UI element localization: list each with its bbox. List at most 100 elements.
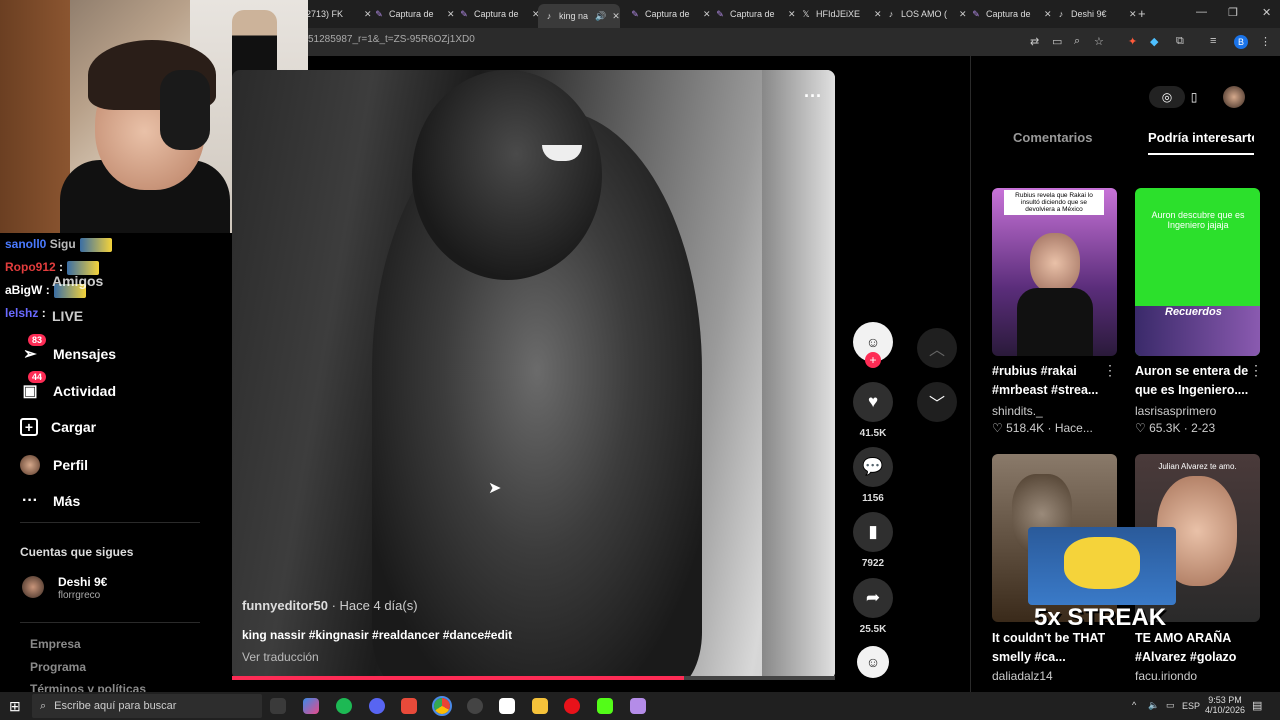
music-disc[interactable]: ☺	[852, 646, 894, 678]
extension-icon[interactable]: ✦	[1128, 35, 1137, 48]
browser-tab[interactable]: ♪ LOS AMO (✕	[880, 4, 967, 24]
video-player[interactable]: ··· ➤	[232, 70, 835, 680]
nav-actividad[interactable]: ▣ 44 Actividad	[20, 371, 116, 401]
nav-cargar[interactable]: + Cargar	[20, 418, 96, 436]
volume-icon[interactable]: 🔈	[1148, 700, 1159, 711]
app-icon[interactable]	[499, 698, 515, 714]
taskbar-search[interactable]: ⌕ Escribe aquí para buscar	[32, 694, 262, 718]
kick-icon[interactable]	[597, 698, 613, 714]
suggested-video-caption[interactable]: It couldn't be THAT smelly #ca...	[992, 629, 1107, 667]
windows-start-icon[interactable]: ⊞	[9, 698, 21, 715]
clock[interactable]: 9:53 PM 4/10/2026	[1203, 695, 1247, 715]
next-video-button[interactable]: ﹀	[917, 382, 957, 422]
extensions-puzzle-icon[interactable]: ⧉	[1176, 35, 1184, 48]
address-bar[interactable]: 51285987_r=1&_t=ZS-95R6OZj1XD0 ⇄ ▭ ⌕ ☆ ✦…	[300, 28, 1280, 56]
folder-icon[interactable]	[532, 698, 548, 714]
nav-perfil[interactable]: Perfil	[20, 455, 88, 475]
language-indicator[interactable]: ESP	[1182, 701, 1200, 711]
footer-link-terminos[interactable]: Términos y políticas	[30, 682, 146, 692]
obs-icon[interactable]	[467, 698, 483, 714]
spotify-icon[interactable]	[336, 698, 352, 714]
browser-tab[interactable]: ✎ Captura de ✕	[709, 4, 795, 24]
chevron-up-icon: ︿	[928, 342, 945, 359]
follow-plus-icon[interactable]: +	[865, 352, 881, 368]
close-icon[interactable]: ✕	[612, 11, 620, 22]
browser-tab[interactable]: ✎ Captura de ✕	[624, 4, 710, 24]
extension-icon[interactable]: ◆	[1150, 35, 1158, 48]
suggested-video-author[interactable]: facu.iriondo	[1135, 669, 1197, 683]
browser-tab[interactable]: ✎ Captura de ✕	[453, 4, 539, 24]
suggested-video-thumbnail[interactable]: Rubius revela que Rakai lo insultó dicie…	[992, 188, 1117, 356]
suggested-video-author[interactable]: lasrisasprimero	[1135, 404, 1216, 418]
url-text[interactable]: 51285987_r=1&_t=ZS-95R6OZj1XD0	[308, 34, 475, 45]
suggested-video-caption[interactable]: Auron se entera de que es Ingeniero....	[1135, 362, 1250, 400]
chat-emote	[79, 237, 112, 252]
suggested-video-caption[interactable]: TE AMO ARAÑA #Alvarez #golazo	[1135, 629, 1250, 667]
avatar[interactable]	[22, 576, 44, 598]
suggested-video-author[interactable]: shindits._	[992, 404, 1043, 418]
share-action[interactable]: ➦ 25.5K	[852, 578, 894, 635]
minimize-icon[interactable]: —	[1196, 6, 1207, 18]
copilot-icon[interactable]	[303, 698, 319, 714]
browser-tab[interactable]: ✎ Captura de ✕	[368, 4, 454, 24]
video-caption[interactable]: king nassir #kingnasir #realdancer #danc…	[242, 628, 512, 642]
like-action[interactable]: ♥ 41.5K	[852, 382, 894, 439]
opera-icon[interactable]	[564, 698, 580, 714]
translate-link[interactable]: Ver traducción	[242, 650, 319, 664]
save-action[interactable]: ▮ 7922	[852, 512, 894, 569]
more-options-icon[interactable]: ···	[804, 86, 822, 107]
nav-live[interactable]: LIVE	[52, 308, 83, 324]
footer-link-programa[interactable]: Programa	[30, 660, 86, 674]
nav-mensajes[interactable]: ➢ 83 Mensajes	[20, 334, 116, 364]
zoom-icon[interactable]: ⌕	[1074, 35, 1080, 48]
kebab-icon[interactable]: ⋮	[1249, 362, 1263, 379]
app-icon[interactable]	[401, 698, 417, 714]
close-icon[interactable]: ✕	[1129, 9, 1137, 20]
chrome-icon[interactable]	[432, 696, 452, 716]
suggested-video-thumbnail[interactable]: Auron descubre que es Ingeniero jajaja R…	[1135, 188, 1260, 356]
comment-icon[interactable]: 💬	[853, 447, 893, 487]
feather-app-icon[interactable]	[630, 698, 646, 714]
tray-chevron-icon[interactable]: ^	[1132, 700, 1136, 710]
browser-tab[interactable]: ✎ Captura de ✕	[965, 4, 1051, 24]
browser-tab[interactable]: 𝕏 HFIdJEiXE ✕	[795, 4, 881, 24]
avatar[interactable]	[1223, 86, 1245, 108]
kebab-icon[interactable]: ⋮	[1103, 362, 1117, 379]
menu-kebab-icon[interactable]: ⋮	[1260, 35, 1271, 48]
following-name[interactable]: Deshi 9€	[58, 575, 107, 589]
close-window-icon[interactable]: ✕	[1262, 6, 1271, 19]
task-view-icon[interactable]	[270, 698, 286, 714]
music-disc-icon[interactable]: ☺	[857, 646, 889, 678]
nav-amigos[interactable]: Amigos	[52, 273, 103, 289]
suggested-video-caption[interactable]: #rubius #rakai #mrbeast #strea...	[992, 362, 1107, 400]
new-tab-icon[interactable]: +	[1138, 6, 1146, 21]
footer-link-empresa[interactable]: Empresa	[30, 637, 81, 651]
speaker-icon[interactable]: 🔊	[595, 11, 606, 22]
cast-icon[interactable]: ▭	[1052, 35, 1062, 48]
mobile-icon[interactable]: ▯	[1183, 86, 1205, 108]
compass-icon[interactable]: ◎	[1149, 86, 1185, 108]
share-icon[interactable]: ➦	[853, 578, 893, 618]
profile-avatar[interactable]: B	[1234, 35, 1248, 49]
previous-video-button[interactable]: ︿	[917, 328, 957, 368]
heart-icon[interactable]: ♥	[853, 382, 893, 422]
nav-mas[interactable]: ··· Más	[20, 491, 80, 511]
restore-icon[interactable]: ❐	[1228, 6, 1238, 19]
video-author[interactable]: funnyeditor50	[242, 598, 328, 613]
video-progress-bar[interactable]	[232, 676, 835, 680]
translate-icon[interactable]: ⇄	[1030, 35, 1039, 48]
tab-podria-interesarte[interactable]: Podría interesarte	[1148, 130, 1254, 145]
browser-tab[interactable]: ♪ Deshi 9€ ✕	[1050, 4, 1137, 24]
media-queue-icon[interactable]: ≡	[1210, 35, 1216, 47]
suggested-video-author[interactable]: daliadalz14	[992, 669, 1053, 683]
discord-icon[interactable]	[369, 698, 385, 714]
browser-tab-active[interactable]: ♪ king na 🔊 ✕	[538, 4, 620, 28]
bookmark-star-icon[interactable]: ☆	[1094, 35, 1104, 48]
creator-avatar[interactable]: ☺ +	[852, 322, 894, 368]
notifications-icon[interactable]: ▤	[1252, 699, 1262, 712]
bookmark-icon[interactable]: ▮	[853, 512, 893, 552]
tab-comentarios[interactable]: Comentarios	[1013, 130, 1092, 145]
browser-tab[interactable]: 2713) FK ✕	[300, 4, 372, 24]
network-icon[interactable]: ▭	[1166, 700, 1175, 711]
comment-action[interactable]: 💬 1156	[852, 447, 894, 504]
